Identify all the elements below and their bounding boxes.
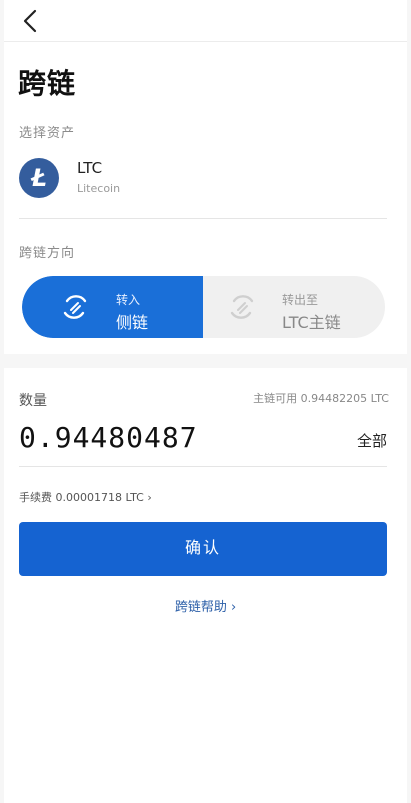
- confirm-button[interactable]: 确认: [19, 522, 387, 576]
- available-balance: 主链可用 0.94482205 LTC: [253, 392, 389, 405]
- page: 跨链 选择资产 Ł LTC Litecoin 跨链方向 转入 侧链 转出至 LT…: [4, 0, 407, 803]
- page-title: 跨链: [18, 67, 77, 100]
- direction-toggle: 转入 侧链 转出至 LTC主链: [22, 276, 385, 338]
- asset-section-label: 选择资产: [19, 126, 76, 141]
- amount-input[interactable]: [19, 421, 319, 454]
- direction-right-small: 转出至: [282, 293, 319, 307]
- swap-icon: [63, 295, 87, 319]
- direction-option-mainchain[interactable]: 转出至 LTC主链: [203, 276, 385, 338]
- top-bar: [4, 0, 407, 42]
- section-gap: [4, 354, 407, 368]
- asset-symbol: LTC: [77, 159, 103, 177]
- divider: [19, 218, 387, 219]
- direction-left-small: 转入: [116, 293, 141, 307]
- asset-name: Litecoin: [77, 182, 121, 195]
- direction-option-sidechain[interactable]: 转入 侧链: [22, 276, 203, 338]
- asset-selector[interactable]: Ł LTC Litecoin: [19, 158, 387, 218]
- fee-info[interactable]: 手续费 0.00001718 LTC ›: [19, 489, 152, 505]
- all-button[interactable]: 全部: [357, 430, 387, 451]
- back-arrow-icon[interactable]: [16, 6, 46, 36]
- quantity-label: 数量: [19, 393, 47, 409]
- litecoin-icon: Ł: [19, 158, 59, 198]
- direction-left-big: 侧链: [116, 313, 149, 332]
- direction-right-big: LTC主链: [282, 313, 341, 332]
- direction-section-label: 跨链方向: [19, 246, 76, 261]
- divider: [19, 466, 387, 467]
- swap-icon: [230, 295, 254, 319]
- cross-chain-help-link[interactable]: 跨链帮助 ›: [4, 596, 407, 615]
